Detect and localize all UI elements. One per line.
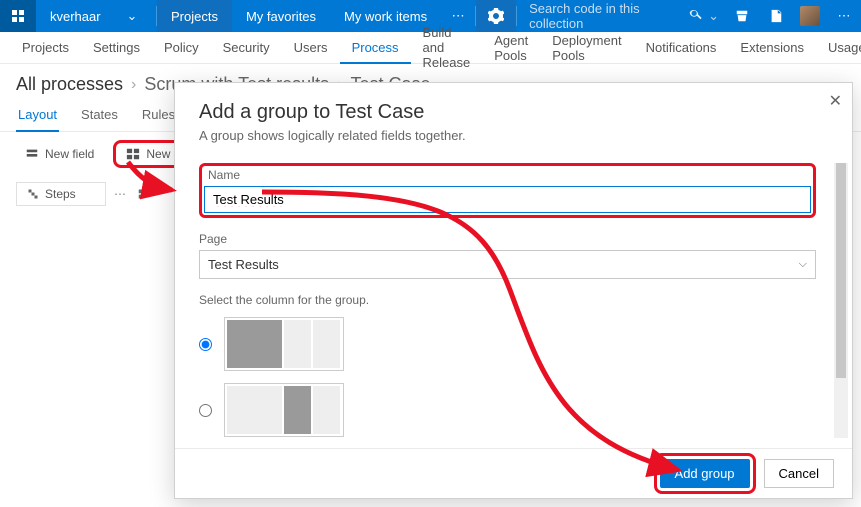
submenu-settings[interactable]: Settings — [81, 32, 152, 63]
dialog-header: Add a group to Test Case A group shows l… — [175, 83, 852, 153]
submenu-projects[interactable]: Projects — [10, 32, 81, 63]
submenu-deployment-pools[interactable]: Deployment Pools — [540, 32, 633, 63]
group-icon[interactable] — [136, 188, 152, 200]
tab-states[interactable]: States — [79, 99, 120, 131]
column-radio-2[interactable] — [199, 404, 212, 417]
column-hint: Select the column for the group. — [199, 293, 816, 307]
button-label: New field — [45, 147, 94, 161]
admin-submenu: Projects Settings Policy Security Users … — [0, 32, 861, 64]
nav-label: My favorites — [246, 9, 316, 24]
nav-label: My work items — [344, 9, 427, 24]
tab-rules[interactable]: Rules — [140, 99, 177, 131]
field-page: Page Test Results ⌵ — [199, 232, 816, 279]
submenu-build-release[interactable]: Build and Release — [411, 32, 483, 63]
dialog-title: Add a group to Test Case — [199, 101, 828, 124]
marketplace-icon[interactable] — [725, 0, 759, 32]
name-label: Name — [208, 168, 811, 182]
submenu-notifications[interactable]: Notifications — [634, 32, 729, 63]
steps-tile[interactable]: Steps — [16, 182, 106, 206]
more-icon[interactable]: ⋯ — [114, 187, 128, 201]
dialog-body: Name Page Test Results ⌵ Select the colu… — [175, 153, 852, 448]
search-placeholder: Search code in this collection — [529, 1, 682, 31]
account-switcher[interactable]: kverhaar ⌄ — [36, 0, 156, 32]
chevron-down-icon: ⌄ — [116, 8, 148, 24]
search-icon — [682, 8, 708, 25]
nav-favorites[interactable]: My favorites — [232, 0, 330, 32]
column-option-1[interactable] — [199, 317, 816, 371]
group-icon — [126, 147, 140, 161]
tab-layout[interactable]: Layout — [16, 99, 59, 132]
new-field-button[interactable]: New field — [16, 142, 103, 166]
field-name: Name — [199, 163, 816, 218]
submenu-agent-pools[interactable]: Agent Pools — [482, 32, 540, 63]
submenu-users[interactable]: Users — [282, 32, 340, 63]
dialog-subtitle: A group shows logically related fields t… — [199, 128, 828, 143]
header-right: ⋯ — [725, 0, 861, 32]
submenu-usage[interactable]: Usage — [816, 32, 861, 63]
settings-gear-icon[interactable] — [476, 0, 516, 32]
column-diagram-2 — [224, 383, 344, 437]
submenu-policy[interactable]: Policy — [152, 32, 211, 63]
add-group-button[interactable]: Add group — [660, 459, 750, 488]
chevron-right-icon: › — [131, 76, 136, 94]
page-value: Test Results — [208, 257, 279, 272]
close-icon[interactable]: ✕ — [829, 91, 842, 111]
help-icon[interactable] — [759, 0, 793, 32]
user-avatar[interactable] — [793, 0, 827, 32]
column-diagram-1 — [224, 317, 344, 371]
name-input[interactable] — [204, 186, 811, 213]
steps-icon — [27, 188, 39, 200]
account-name: kverhaar — [50, 9, 101, 24]
page-select[interactable]: Test Results ⌵ — [199, 250, 816, 279]
column-radio-1[interactable] — [199, 338, 212, 351]
submenu-process[interactable]: Process — [340, 33, 411, 64]
more-icon[interactable]: ⋯ — [827, 0, 861, 32]
product-logo[interactable] — [0, 0, 36, 32]
column-option-2[interactable] — [199, 383, 816, 437]
nav-projects[interactable]: Projects — [157, 0, 232, 32]
chevron-down-icon: ⌄ — [708, 8, 719, 24]
page-label: Page — [199, 232, 816, 246]
dialog-scrollbar[interactable] — [834, 163, 848, 438]
submenu-security[interactable]: Security — [211, 32, 282, 63]
search-box[interactable]: Search code in this collection ⌄ — [517, 0, 725, 32]
nav-label: Projects — [171, 9, 218, 24]
dialog-footer: Add group Cancel — [175, 448, 852, 498]
add-group-dialog: ✕ Add a group to Test Case A group shows… — [174, 82, 853, 499]
field-icon — [25, 147, 39, 161]
tile-label: Steps — [45, 187, 76, 201]
submenu-extensions[interactable]: Extensions — [728, 32, 816, 63]
breadcrumb-root[interactable]: All processes — [16, 74, 123, 95]
cancel-button[interactable]: Cancel — [764, 459, 834, 488]
chevron-down-icon: ⌵ — [799, 258, 807, 271]
